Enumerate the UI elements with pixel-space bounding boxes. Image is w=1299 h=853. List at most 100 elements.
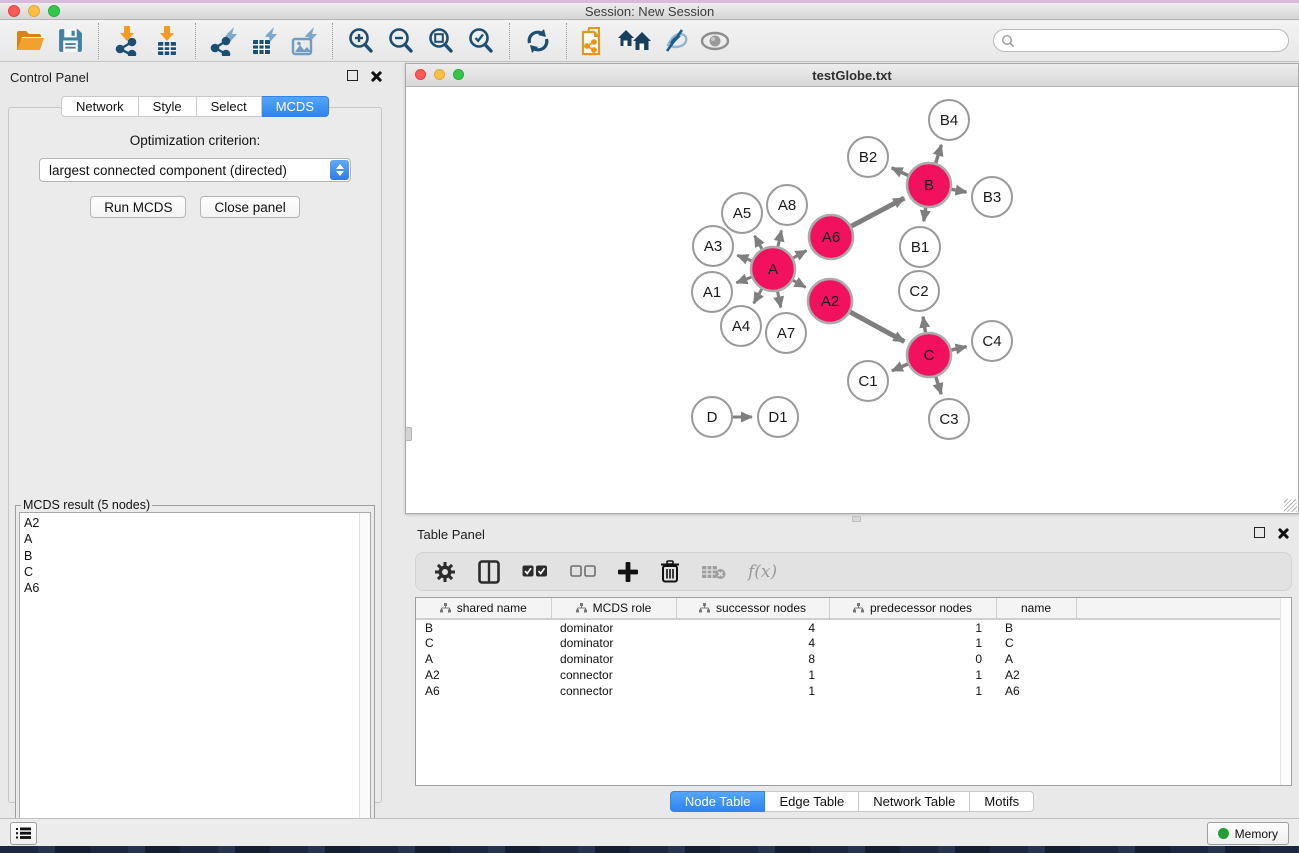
edge-B-B4[interactable] <box>936 145 942 163</box>
add-column-icon[interactable] <box>618 562 638 582</box>
deselect-all-checkboxes-icon[interactable] <box>570 565 596 578</box>
edge-A2-C[interactable] <box>850 312 904 342</box>
edge-A-A7[interactable] <box>778 292 781 308</box>
task-history-button[interactable] <box>10 822 37 845</box>
table-tab-motifs[interactable]: Motifs <box>970 791 1034 812</box>
graph-node-B3[interactable]: B3 <box>972 177 1012 217</box>
home-icon[interactable] <box>615 23 655 59</box>
table-scrollbar[interactable] <box>1280 598 1291 785</box>
edge-A-A5[interactable] <box>755 236 762 249</box>
graph-node-A7[interactable]: A7 <box>766 313 806 353</box>
float-panel-icon[interactable] <box>347 70 358 81</box>
tab-mcds[interactable]: MCDS <box>262 96 329 117</box>
edge-A6-B[interactable] <box>851 198 904 226</box>
search-field[interactable] <box>993 29 1289 52</box>
graph-node-B1[interactable]: B1 <box>900 227 940 267</box>
column-header-predecessor-nodes[interactable]: predecessor nodes <box>829 598 996 619</box>
edge-C-C3[interactable] <box>936 377 941 394</box>
edge-A-A8[interactable] <box>778 230 782 246</box>
table-row[interactable]: A2connector11A2 <box>416 667 1292 683</box>
graph-node-C[interactable]: C <box>907 333 951 377</box>
delete-columns-trash-icon[interactable] <box>660 560 680 583</box>
export-table-icon[interactable] <box>244 23 284 59</box>
hide-labels-icon[interactable] <box>655 23 695 59</box>
mcds-result-list[interactable]: A2ABCA6 <box>19 512 371 840</box>
graph-node-A1[interactable]: A1 <box>692 272 732 312</box>
search-input[interactable] <box>1015 32 1288 50</box>
column-header-name[interactable]: name <box>996 598 1076 619</box>
edge-C-C1[interactable] <box>892 364 908 371</box>
graph-node-A[interactable]: A <box>751 247 795 291</box>
graph-node-C1[interactable]: C1 <box>848 361 888 401</box>
table-row[interactable]: Bdominator41B <box>416 619 1292 635</box>
mcds-result-item[interactable]: A2 <box>24 515 370 531</box>
graph-node-A4[interactable]: A4 <box>721 306 761 346</box>
close-panel-icon[interactable] <box>370 70 382 82</box>
edge-A-A4[interactable] <box>754 289 762 303</box>
table-tab-network-table[interactable]: Network Table <box>859 791 970 812</box>
edge-A-A6[interactable] <box>793 251 806 258</box>
refresh-icon[interactable] <box>518 23 558 59</box>
edge-A-A1[interactable] <box>736 277 751 283</box>
zoom-fit-icon[interactable] <box>421 23 461 59</box>
mcds-result-item[interactable]: C <box>24 564 370 580</box>
table-row[interactable]: A6connector11A6 <box>416 683 1292 699</box>
result-list-scrollbar[interactable] <box>359 513 370 839</box>
edge-C-C4[interactable] <box>951 347 966 350</box>
new-network-from-selection-icon[interactable] <box>575 23 615 59</box>
zoom-out-icon[interactable] <box>381 23 421 59</box>
splitter-knob[interactable] <box>852 516 861 522</box>
delete-table-icon[interactable] <box>702 564 726 580</box>
save-session-icon[interactable] <box>50 23 90 59</box>
horizontal-splitter[interactable] <box>405 514 1299 523</box>
mcds-result-item[interactable]: B <box>24 548 370 564</box>
memory-button[interactable]: Memory <box>1207 822 1289 845</box>
table-row[interactable]: Cdominator41C <box>416 635 1292 651</box>
column-header-successor-nodes[interactable]: successor nodes <box>676 598 829 619</box>
network-canvas[interactable]: B4B2BB3A5A8A6A3B1AA1C2A2A4A7C4CC1DD1C3 <box>408 88 1296 512</box>
column-header-shared-name[interactable]: shared name <box>416 598 551 619</box>
select-all-checkboxes-icon[interactable] <box>522 565 548 578</box>
resize-grip-icon[interactable] <box>1284 499 1297 512</box>
float-table-panel-icon[interactable] <box>1254 527 1265 538</box>
run-mcds-button[interactable]: Run MCDS <box>90 196 186 218</box>
show-hide-eye-icon[interactable] <box>695 23 735 59</box>
close-panel-button[interactable]: Close panel <box>200 196 299 218</box>
edge-C-C2[interactable] <box>923 317 925 333</box>
edge-B-B2[interactable] <box>892 168 908 176</box>
graph-node-A2[interactable]: A2 <box>808 279 852 323</box>
edge-B-B1[interactable] <box>924 208 926 222</box>
tab-select[interactable]: Select <box>197 96 262 117</box>
node-table[interactable]: shared nameMCDS rolesuccessor nodesprede… <box>416 598 1292 699</box>
import-network-icon[interactable] <box>107 23 147 59</box>
table-tab-edge-table[interactable]: Edge Table <box>765 791 859 812</box>
graph-node-C3[interactable]: C3 <box>929 399 969 439</box>
column-visibility-icon[interactable] <box>478 560 500 584</box>
table-settings-gear-icon[interactable] <box>434 561 456 583</box>
table-tab-node-table[interactable]: Node Table <box>670 791 766 812</box>
graph-node-A5[interactable]: A5 <box>722 193 762 233</box>
mcds-result-item[interactable]: A <box>24 531 370 547</box>
column-header-MCDS-role[interactable]: MCDS role <box>551 598 676 619</box>
panel-divider-handle[interactable] <box>405 427 412 441</box>
close-table-panel-icon[interactable] <box>1277 527 1289 539</box>
tab-network[interactable]: Network <box>61 96 139 117</box>
graph-node-B2[interactable]: B2 <box>848 137 888 177</box>
zoom-in-icon[interactable] <box>341 23 381 59</box>
export-image-icon[interactable] <box>284 23 324 59</box>
criterion-dropdown[interactable]: largest connected component (directed) <box>39 158 351 182</box>
table-row[interactable]: Adominator80A <box>416 651 1292 667</box>
graph-node-D[interactable]: D <box>692 397 732 437</box>
edge-A-A3[interactable] <box>737 255 751 260</box>
graph-node-A6[interactable]: A6 <box>809 215 853 259</box>
function-builder-icon[interactable]: f(x) <box>748 562 777 582</box>
graph-node-A8[interactable]: A8 <box>767 185 807 225</box>
graph-node-D1[interactable]: D1 <box>758 397 798 437</box>
export-network-icon[interactable] <box>204 23 244 59</box>
graph-node-A3[interactable]: A3 <box>693 226 733 266</box>
mcds-result-item[interactable]: A6 <box>24 580 370 596</box>
edge-B-B3[interactable] <box>952 189 967 192</box>
open-file-icon[interactable] <box>10 23 50 59</box>
graph-node-C2[interactable]: C2 <box>899 271 939 311</box>
zoom-selected-icon[interactable] <box>461 23 501 59</box>
